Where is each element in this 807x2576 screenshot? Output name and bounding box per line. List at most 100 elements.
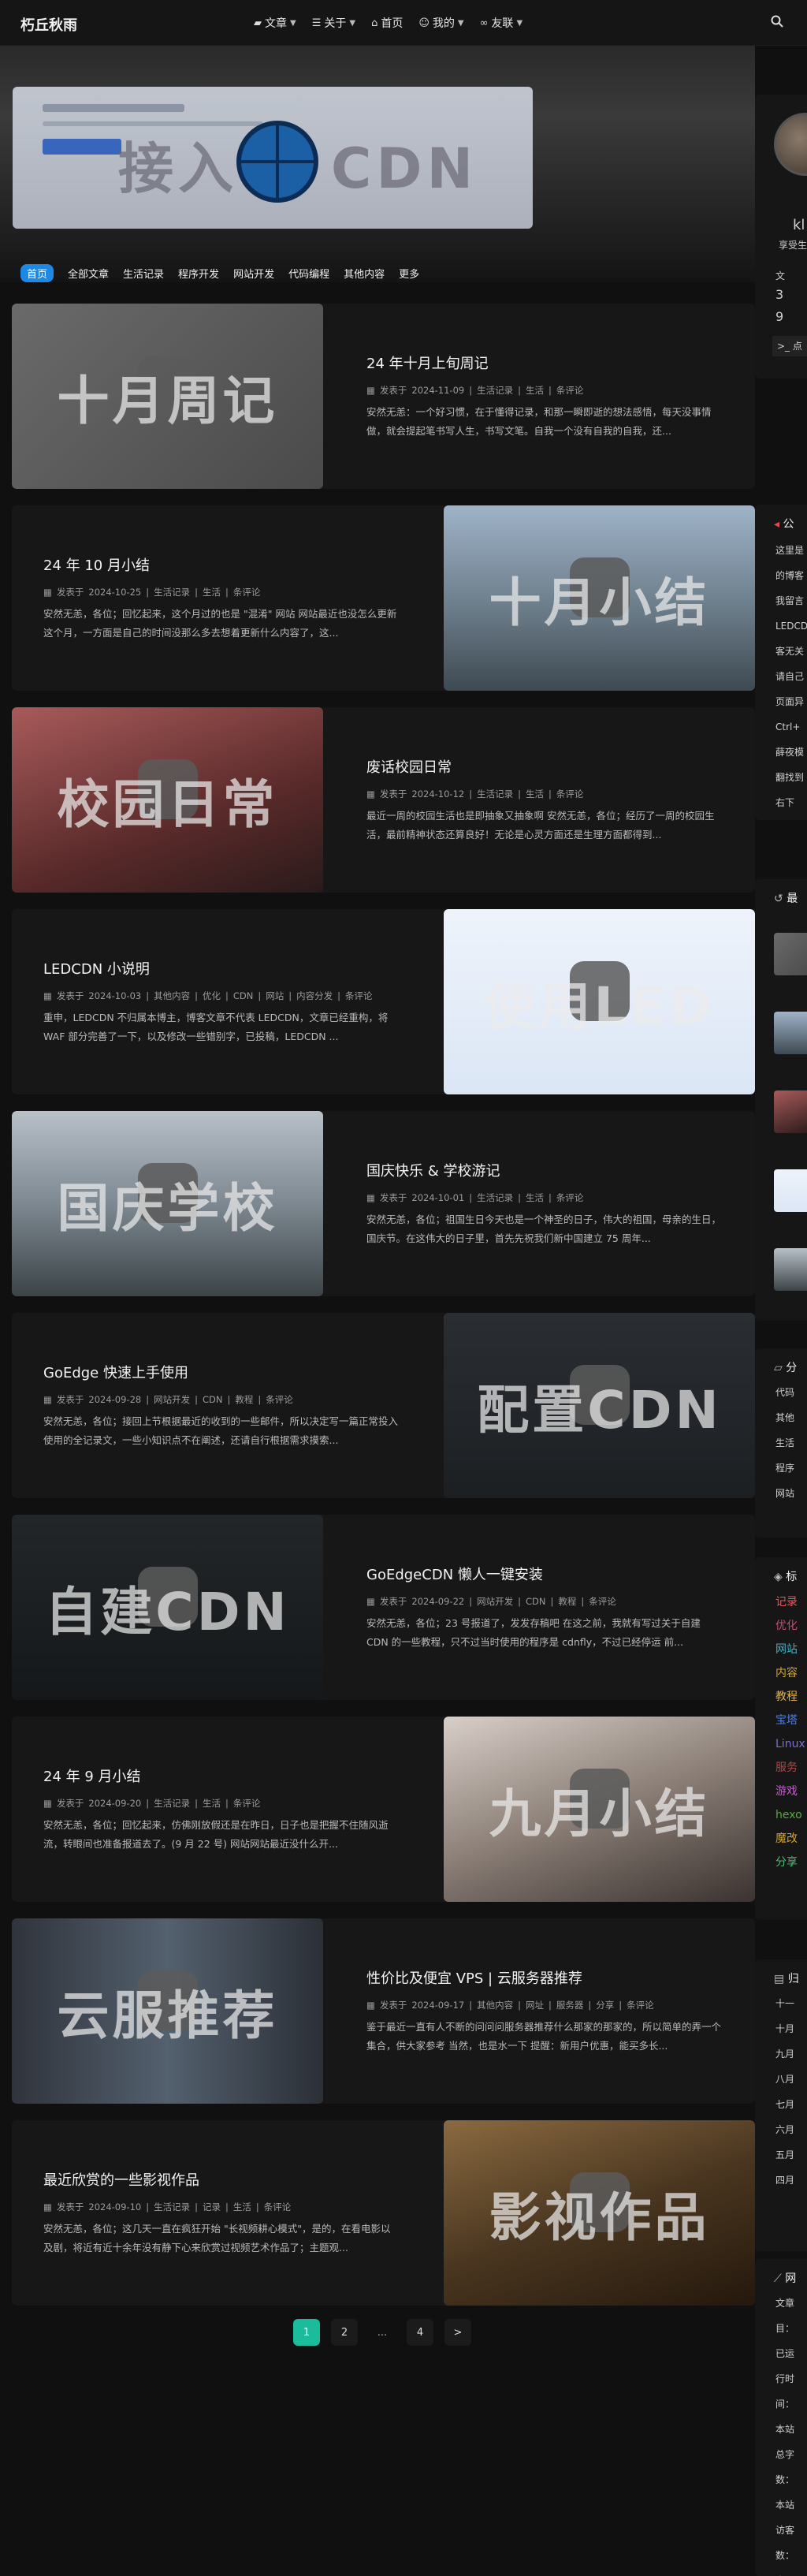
category-tab[interactable]: 其他内容 [344, 266, 385, 281]
post-card[interactable]: 使用LED LEDCDN 小说明 ▦ 发表于 2024-10-03 | 其他内容 | 优化 | CD… [12, 909, 755, 1094]
tag-link[interactable]: 记录 [755, 1590, 807, 1614]
category-tab[interactable]: 网站开发 [233, 266, 274, 281]
tag-link[interactable]: 网站 [755, 1638, 807, 1661]
nav-item-4[interactable]: ∞ 友联 ▼ [480, 15, 523, 31]
post-meta-item[interactable]: 生活记录 [154, 2201, 190, 2213]
post-meta-item[interactable]: 条评论 [627, 2000, 654, 2011]
post-meta-item[interactable]: 条评论 [589, 1596, 616, 1607]
category-tab[interactable]: 更多 [399, 266, 419, 281]
post-title[interactable]: GoEdge 快速上手使用 [43, 1362, 398, 1382]
post-card[interactable]: 配置CDN GoEdge 快速上手使用 ▦ 发表于 2024-09-28 | 网站开发 | CD… [12, 1313, 755, 1498]
recent-thumb[interactable] [774, 933, 807, 975]
post-thumbnail[interactable]: 国庆学校 [12, 1111, 323, 1296]
sidebar-line[interactable]: 十一 [755, 1991, 807, 2016]
post-meta-item[interactable]: 网站开发 [154, 1394, 190, 1405]
post-meta-item[interactable]: CDN [233, 990, 254, 1001]
nav-item-1[interactable]: ☰ 关于 ▼ [312, 15, 355, 31]
page-button[interactable]: 2 [331, 2319, 358, 2346]
post-meta-item[interactable]: 生活 [233, 2201, 251, 2213]
post-meta-item[interactable]: 条评论 [233, 1798, 261, 1809]
post-title[interactable]: 废话校园日常 [366, 756, 721, 777]
recent-thumb[interactable] [774, 1012, 807, 1054]
search-icon[interactable] [771, 15, 787, 31]
post-title[interactable]: 24 年十月上旬周记 [366, 352, 721, 373]
category-tab[interactable]: 代码编程 [288, 266, 329, 281]
page-button[interactable]: 4 [407, 2319, 433, 2346]
category-tab[interactable]: 生活记录 [123, 266, 164, 281]
post-thumbnail[interactable]: 云服推荐 [12, 1918, 323, 2104]
next-page-button[interactable]: > [444, 2319, 471, 2346]
post-meta-item[interactable]: CDN [203, 1394, 223, 1405]
stat-tags[interactable]: 9 [755, 306, 807, 328]
post-card[interactable]: 云服推荐 性价比及便宜 VPS | 云服务器推荐 ▦ 发表于 2024-09-17 | 其他… [12, 1918, 755, 2104]
sidebar-line[interactable]: 程序 [755, 1456, 807, 1481]
category-tab[interactable]: 程序开发 [178, 266, 219, 281]
post-title[interactable]: 最近欣赏的一些影视作品 [43, 2169, 398, 2190]
post-meta-item[interactable]: 教程 [235, 1394, 253, 1405]
post-card[interactable]: 校园日常 废话校园日常 ▦ 发表于 2024-10-12 | 生活记录 | 生活 | 条评论 最近一周… [12, 707, 755, 893]
post-meta-item[interactable]: 服务器 [556, 2000, 584, 2011]
sidebar-line[interactable]: 四月 [755, 2168, 807, 2193]
post-thumbnail[interactable]: 十月小结 [444, 505, 755, 691]
post-meta-item[interactable]: 生活记录 [477, 1192, 513, 1203]
category-tab[interactable]: 首页 [20, 263, 54, 282]
post-meta-item[interactable]: 其他内容 [154, 990, 190, 1001]
post-title[interactable]: 24 年 9 月小结 [43, 1765, 398, 1786]
post-title[interactable]: 性价比及便宜 VPS | 云服务器推荐 [366, 1967, 721, 1988]
tag-link[interactable]: 魔改 [755, 1827, 807, 1851]
post-meta-item[interactable]: 其他内容 [477, 2000, 513, 2011]
post-meta-item[interactable]: 优化 [203, 990, 221, 1001]
post-meta-item[interactable]: 条评论 [556, 1192, 584, 1203]
tag-link[interactable]: 内容 [755, 1661, 807, 1685]
post-meta-item[interactable]: 生活记录 [154, 587, 190, 598]
tag-link[interactable]: Linux [755, 1732, 807, 1756]
post-meta-item[interactable]: 记录 [203, 2201, 221, 2213]
tag-link[interactable]: 服务 [755, 1756, 807, 1780]
post-meta-item[interactable]: 条评论 [556, 788, 584, 800]
sidebar-line[interactable]: 网站 [755, 1481, 807, 1506]
sidebar-line[interactable]: 代码 [755, 1380, 807, 1405]
sidebar-line[interactable]: 十月 [755, 2016, 807, 2041]
post-card[interactable]: 十月小结 24 年 10 月小结 ▦ 发表于 2024-10-25 | 生活记录 | 生活 | 条评… [12, 505, 755, 691]
post-thumbnail[interactable]: 九月小结 [444, 1717, 755, 1902]
post-meta-item[interactable]: 条评论 [345, 990, 373, 1001]
post-title[interactable]: LEDCDN 小说明 [43, 958, 398, 979]
recent-thumb[interactable] [774, 1090, 807, 1133]
post-meta-item[interactable]: 条评论 [266, 1394, 293, 1405]
site-brand[interactable]: 朽丘秋雨 [20, 14, 77, 35]
sidebar-line[interactable]: 七月 [755, 2092, 807, 2117]
recent-thumb[interactable] [774, 1248, 807, 1291]
post-meta-item[interactable]: 网站 [266, 990, 284, 1001]
post-meta-item[interactable]: 网站开发 [477, 1596, 513, 1607]
post-meta-item[interactable]: 生活 [203, 587, 221, 598]
post-card[interactable]: 九月小结 24 年 9 月小结 ▦ 发表于 2024-09-20 | 生活记录 | 生活 | 条评论… [12, 1717, 755, 1902]
post-meta-item[interactable]: 条评论 [556, 385, 584, 396]
post-thumbnail[interactable]: 配置CDN [444, 1313, 755, 1498]
post-thumbnail[interactable]: 十月周记 [12, 304, 323, 489]
post-thumbnail[interactable]: 使用LED [444, 909, 755, 1094]
post-meta-item[interactable]: 生活记录 [154, 1798, 190, 1809]
post-meta-item[interactable]: 条评论 [264, 2201, 292, 2213]
sidebar-line[interactable]: 其他 [755, 1405, 807, 1430]
tag-link[interactable]: 优化 [755, 1614, 807, 1638]
terminal-button[interactable]: >_ 点 [772, 336, 807, 356]
post-title[interactable]: 国庆快乐 & 学校游记 [366, 1160, 721, 1180]
page-button[interactable]: 1 [293, 2319, 320, 2346]
post-meta-item[interactable]: 生活记录 [477, 385, 513, 396]
post-meta-item[interactable]: CDN [526, 1596, 546, 1607]
stat-articles[interactable]: 3 [755, 284, 807, 306]
post-card[interactable]: 影视作品 最近欣赏的一些影视作品 ▦ 发表于 2024-09-10 | 生活记录 | 记录 | 生活… [12, 2120, 755, 2306]
post-meta-item[interactable]: 生活 [203, 1798, 221, 1809]
post-meta-item[interactable]: 分享 [596, 2000, 614, 2011]
tag-link[interactable]: 宝塔 [755, 1709, 807, 1732]
post-card[interactable]: 自建CDN GoEdgeCDN 懒人一键安装 ▦ 发表于 2024-09-22 | 网站开发… [12, 1515, 755, 1700]
sidebar-line[interactable]: 八月 [755, 2067, 807, 2092]
post-title[interactable]: GoEdgeCDN 懒人一键安装 [366, 1564, 721, 1584]
nav-item-3[interactable]: ☺ 我的 ▼ [418, 15, 463, 31]
tag-link[interactable]: 教程 [755, 1685, 807, 1709]
post-meta-item[interactable]: 生活 [526, 1192, 544, 1203]
nav-item-0[interactable]: ▰ 文章 ▼ [254, 15, 296, 31]
tag-link[interactable]: 分享 [755, 1851, 807, 1874]
tag-link[interactable]: hexo [755, 1803, 807, 1827]
post-meta-item[interactable]: 教程 [558, 1596, 576, 1607]
